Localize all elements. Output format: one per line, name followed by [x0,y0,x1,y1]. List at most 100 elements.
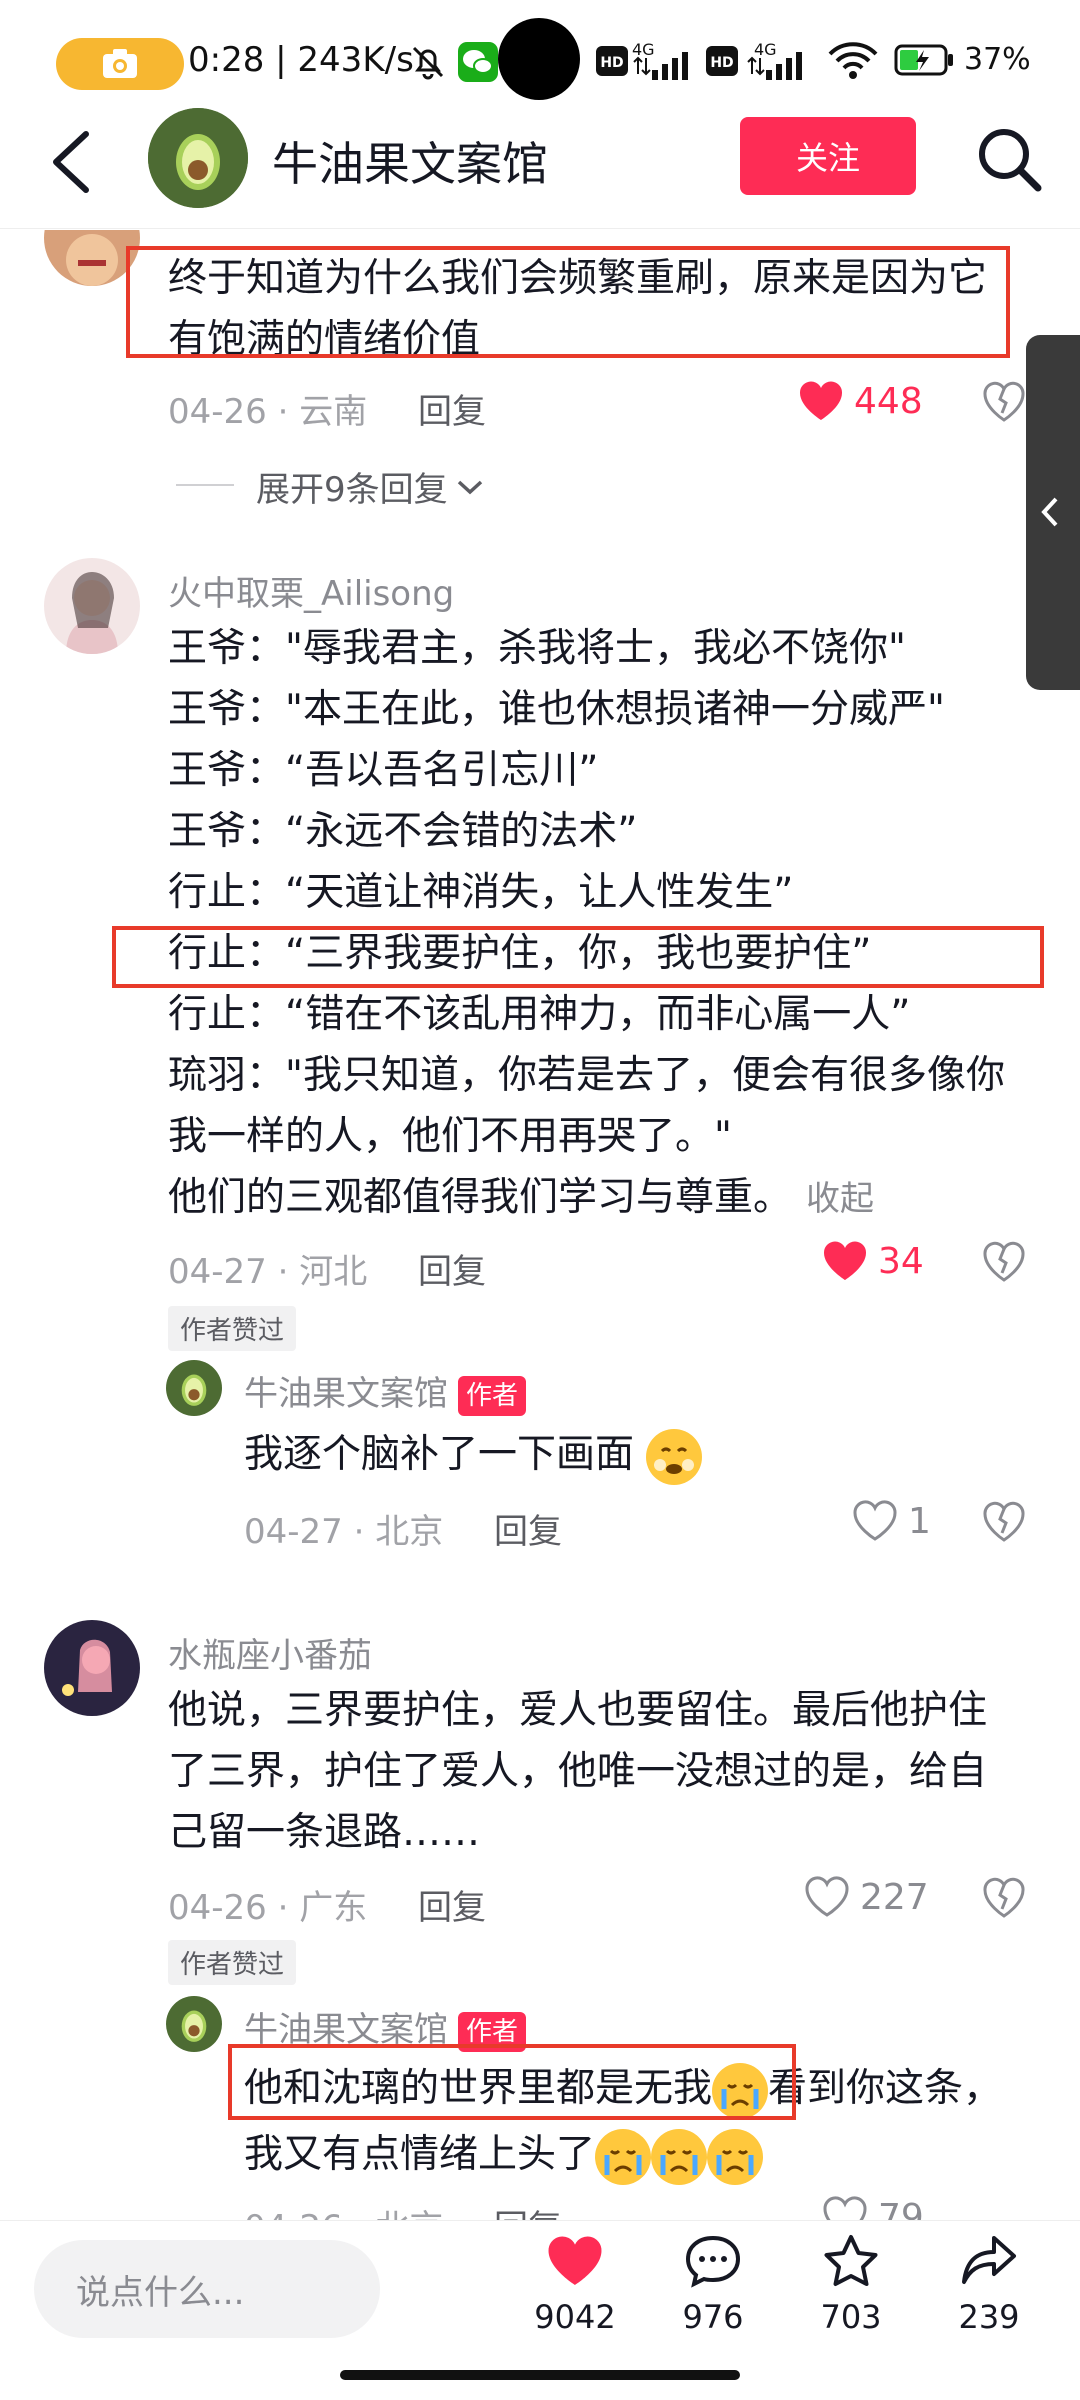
like-count: 227 [860,1876,929,1918]
comment-date: 04-26 [168,1888,267,1928]
author-liked-badge: 作者赞过 [168,1940,297,1985]
comment-total: 976 [682,2298,744,2336]
comment-action[interactable]: 976 [658,2234,768,2336]
share-arrow-icon [962,2236,1016,2284]
like-count: 34 [878,1240,924,1282]
star-icon [824,2235,878,2286]
hd-icon: HD [596,46,628,76]
comment-date: 04-26 [168,392,267,432]
reply-text-line: 我又有点情绪上头了 [244,2124,764,2185]
comment-text-line: 行止：“错在不该乱用神力，而非心属一人” [168,992,911,1037]
comment-text-line: 行止：“天道让神消失，让人性发生” [168,870,794,915]
dislike-icon[interactable] [982,380,1026,424]
reply-text-c: 我又有点情绪上头了 [244,2132,596,2177]
account-avatar[interactable] [148,108,248,208]
dislike-icon[interactable] [982,1240,1026,1284]
camera-punch-hole [498,18,580,100]
highlight-box [228,2044,796,2120]
like-button[interactable]: 34 [822,1240,924,1282]
favorite-action[interactable]: 703 [796,2234,906,2336]
avocado-icon [166,1360,222,1416]
dislike-icon[interactable] [982,1500,1026,1544]
reply-button[interactable]: 回复 [494,1512,562,1552]
comment-text-line: 王爷：“永远不会错的法术” [168,809,638,854]
comment-text-line: 他们的三观都值得我们学习与尊重。 收起 [168,1167,874,1230]
battery-percent: 37% [964,42,1031,77]
commenter-avatar[interactable] [44,1620,140,1716]
crying-emoji-icon [651,2128,708,2185]
expand-replies-button[interactable]: 展开9条回复 [176,462,484,511]
comment-date: 04-27 [168,1252,267,1292]
search-icon[interactable] [974,124,1044,194]
wechat-icon [458,42,498,82]
mute-bell-icon [412,46,444,80]
back-arrow-icon[interactable] [48,130,94,194]
comment-meta: 04-26 · 云南 回复 [168,392,487,432]
expand-label: 展开9条回复 [256,470,448,510]
comment-text-line: 己留一条退路…… [168,1810,481,1855]
page-title: 牛油果文案馆 [272,137,548,191]
comment-username[interactable]: 水瓶座小番茄 [168,1628,372,1677]
comment-meta: 04-27 · 河北 回复 [168,1252,487,1292]
comment-username[interactable]: 火中取栗_Ailisong [168,566,454,615]
commenter-avatar[interactable] [44,558,140,654]
reply-location: 北京 [375,1512,444,1552]
like-action[interactable]: 9042 [520,2234,630,2336]
comment-input[interactable]: 说点什么... [34,2240,380,2338]
comment-meta: 04-26 · 广东 回复 [168,1888,487,1928]
heart-outline-icon [805,1876,849,1917]
author-avatar[interactable] [166,1360,222,1416]
reply-username-row: 牛油果文案馆 作者 [244,1366,527,1416]
reply-text-b: 看到你这条， [768,2066,1003,2111]
comment-location: 河北 [299,1252,368,1292]
battery-charging-icon [894,44,953,76]
like-button[interactable]: 448 [798,380,923,422]
author-tag: 作者 [458,1375,527,1416]
reply-button[interactable]: 回复 [418,1252,486,1292]
comment-text-line: 王爷："本王在此，谁也休想损诸神一分威严" [168,687,945,732]
heart-filled-icon [799,381,843,420]
dislike-icon[interactable] [982,1876,1026,1920]
comment-text-line: 琉羽："我只知道，你若是去了，便会有很多像你 [168,1053,1005,1098]
comment-location: 云南 [299,392,368,432]
expand-line [176,484,234,486]
comment-text-end: 他们的三观都值得我们学习与尊重。 [168,1175,793,1220]
screen-record-indicator[interactable] [56,38,184,90]
comment-text-line: 我一样的人，他们不用再哭了。" [168,1114,732,1159]
comment-text-line: 他说，三界要护住，爱人也要留住。最后他护住 [168,1688,988,1733]
reply-button[interactable]: 回复 [418,392,486,432]
reply-username[interactable]: 牛油果文案馆 [244,1374,448,1414]
like-count: 1 [908,1500,931,1542]
comment-text-line: 王爷："辱我君主，杀我将士，我必不饶你" [168,626,906,671]
crying-emoji-icon [595,2128,652,2185]
home-indicator[interactable] [340,2370,740,2380]
reply-button[interactable]: 回复 [418,1888,486,1928]
comment-bubble-icon [685,2235,741,2288]
status-bar: 0:28 | 243K/s HD 4G HD 4G 37% [0,0,1080,120]
highlight-box [126,246,1010,358]
like-button[interactable]: 1 [852,1500,931,1542]
comment-text-line: 王爷：“吾以吾名引忘川” [168,748,599,793]
like-count: 448 [854,380,923,422]
signal-icon [633,52,688,80]
share-action[interactable]: 239 [934,2234,1044,2336]
author-liked-badge: 作者赞过 [168,1306,297,1351]
like-total: 9042 [534,2298,616,2336]
like-button[interactable]: 227 [804,1876,929,1918]
collapse-button[interactable]: 收起 [806,1179,874,1219]
svg-text:HD: HD [600,55,623,71]
wifi-icon [828,42,878,79]
side-panel-tab[interactable] [1026,335,1080,690]
header-divider [0,228,1080,229]
favorite-total: 703 [820,2298,882,2336]
reply-date: 04-27 [244,1512,343,1552]
chevron-left-icon [1041,497,1058,527]
chevron-down-icon [457,480,482,494]
avocado-icon [148,108,248,208]
heart-outline-icon [853,1500,897,1541]
author-avatar[interactable] [166,1996,222,2052]
svg-text:HD: HD [710,55,733,71]
user-photo-icon [44,558,140,654]
crying-emoji-icon [707,2128,764,2185]
follow-button[interactable]: 关注 [740,117,916,195]
